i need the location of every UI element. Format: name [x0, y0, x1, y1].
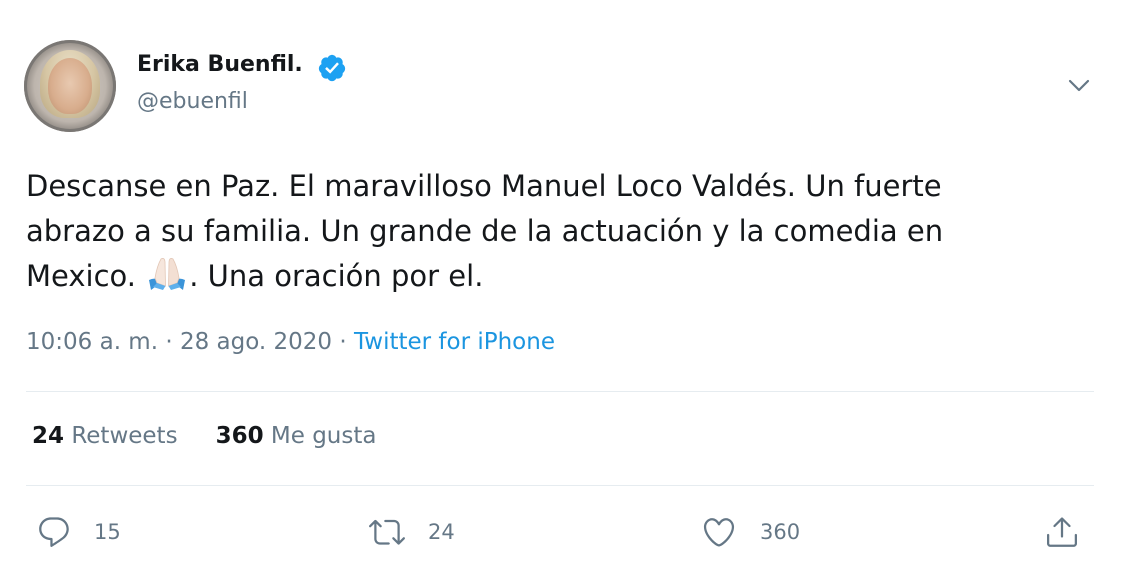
reply-count: 15 [94, 520, 121, 544]
likes-stat-label: Me gusta [270, 423, 377, 449]
likes-stat[interactable]: 360 Me gusta [216, 423, 377, 449]
tweet-text-segment: Mexico. [26, 259, 146, 293]
tweet-text-line: Mexico. . Una oración por el. [26, 254, 1066, 299]
chevron-down-icon[interactable] [1066, 74, 1092, 96]
tweet-stats: 24 Retweets 360 Me gusta [32, 423, 376, 449]
tweet-text-segment: . Una oración por el. [189, 259, 484, 293]
tweet-text-line: Descanse en Paz. El maravilloso Manuel L… [26, 169, 942, 203]
verified-badge-icon [318, 54, 346, 82]
retweets-stat[interactable]: 24 Retweets [32, 423, 178, 449]
retweets-stat-count: 24 [32, 423, 65, 449]
tweet-date[interactable]: 28 ago. 2020 [180, 329, 332, 355]
reply-icon [39, 517, 69, 547]
user-handle[interactable]: @ebuenfil [137, 89, 248, 114]
share-icon [1047, 517, 1077, 547]
retweets-stat-label: Retweets [71, 423, 178, 449]
meta-separator: · [339, 329, 347, 355]
share-button[interactable] [1044, 512, 1080, 552]
tweet-text-line: abrazo a su familia. Un grande de la act… [26, 214, 944, 248]
heart-icon [703, 518, 735, 547]
like-count: 360 [760, 520, 801, 544]
avatar-face [48, 58, 92, 114]
avatar[interactable] [24, 40, 116, 132]
like-button[interactable]: 360 [700, 512, 800, 552]
tweet-meta: 10:06 a. m. · 28 ago. 2020 · Twitter for… [26, 329, 555, 355]
divider [26, 485, 1094, 486]
divider [26, 391, 1094, 392]
folded-hands-emoji-icon [149, 258, 186, 290]
tweet-text: Descanse en Paz. El maravilloso Manuel L… [26, 164, 1066, 299]
tweet-time[interactable]: 10:06 a. m. [26, 329, 158, 355]
reply-button[interactable]: 15 [36, 512, 121, 552]
retweet-button[interactable]: 24 [368, 512, 455, 552]
tweet-source-link[interactable]: Twitter for iPhone [354, 329, 555, 355]
tweet-card: Erika Buenfil. @ebuenfil Descanse en Paz… [0, 0, 1122, 563]
retweet-count: 24 [428, 520, 455, 544]
display-name[interactable]: Erika Buenfil. [137, 52, 303, 77]
retweet-icon [369, 519, 405, 545]
likes-stat-count: 360 [215, 423, 264, 449]
meta-separator: · [165, 329, 173, 355]
